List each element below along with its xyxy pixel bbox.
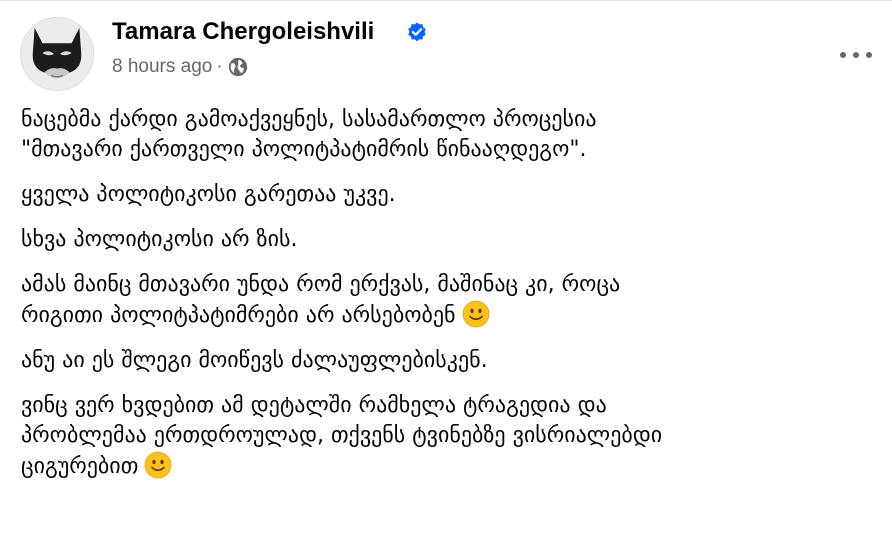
post-paragraph: სხვა პოლიტიკოსი არ ზის.	[21, 225, 876, 255]
post-paragraph: ნაცებმა ქარდი გამოაქვეყნეს, სასამართლო პ…	[21, 105, 876, 165]
author-name[interactable]: Tamara Chergoleishvili	[112, 17, 374, 47]
post-paragraph: ანუ აი ეს შლეგი მოიწევს ძალაუფლებისკენ.	[21, 346, 876, 376]
globe-icon[interactable]	[227, 56, 249, 78]
batman-mask-icon	[21, 18, 93, 90]
meta-separator: ·	[216, 56, 223, 77]
facebook-post: Tamara Chergoleishvili 8 hours ago · ნაც…	[0, 0, 892, 548]
post-paragraph: ვინც ვერ ხვდებით ამ დეტალში რამხელა ტრაგ…	[21, 391, 876, 482]
smiling-face-emoji-icon	[144, 451, 172, 479]
post-meta: 8 hours ago ·	[112, 55, 249, 79]
post-body: ნაცებმა ქარდი გამოაქვეყნეს, სასამართლო პ…	[21, 105, 876, 497]
verified-badge-icon	[408, 22, 426, 42]
post-text-line: ციგურებით	[21, 451, 876, 482]
post-text-line: ვინც ვერ ხვდებით ამ დეტალში რამხელა ტრაგ…	[21, 393, 607, 418]
post-text-line: "მთავარი ქართველი პოლიტპატიმრის წინააღდე…	[21, 137, 587, 162]
post-text-line: პრობლემაა ერთდროულად, თქვენს ტვინებზე ვი…	[21, 423, 663, 448]
post-text-line: ყველა პოლიტიკოსი გარეთაა უკვე.	[21, 182, 396, 207]
more-options-dot	[866, 52, 872, 58]
post-text-line: ნაცებმა ქარდი გამოაქვეყნეს, სასამართლო პ…	[21, 107, 597, 132]
more-options-dot	[840, 52, 846, 58]
post-paragraph: ამას მაინც მთავარი უნდა რომ ერქვას, მაში…	[21, 270, 876, 331]
post-text-segment: ციგურებით	[21, 454, 139, 479]
post-text-line: ანუ აი ეს შლეგი მოიწევს ძალაუფლებისკენ.	[21, 348, 488, 373]
smiling-face-emoji-icon	[462, 300, 489, 328]
author-avatar[interactable]	[20, 17, 94, 91]
post-text-segment: რიგითი პოლიტპატიმრები არ არსებობენ	[21, 303, 456, 328]
more-options-dot	[853, 52, 859, 58]
post-paragraph: ყველა პოლიტიკოსი გარეთაა უკვე.	[21, 180, 876, 210]
post-timestamp[interactable]: 8 hours ago	[112, 55, 212, 79]
more-options-button[interactable]	[840, 43, 872, 67]
post-text-line: ამას მაინც მთავარი უნდა რომ ერქვას, მაში…	[21, 272, 621, 297]
post-text-line: სხვა პოლიტიკოსი არ ზის.	[21, 227, 298, 252]
post-text-line: რიგითი პოლიტპატიმრები არ არსებობენ	[21, 300, 876, 331]
post-header: Tamara Chergoleishvili 8 hours ago ·	[20, 17, 892, 91]
